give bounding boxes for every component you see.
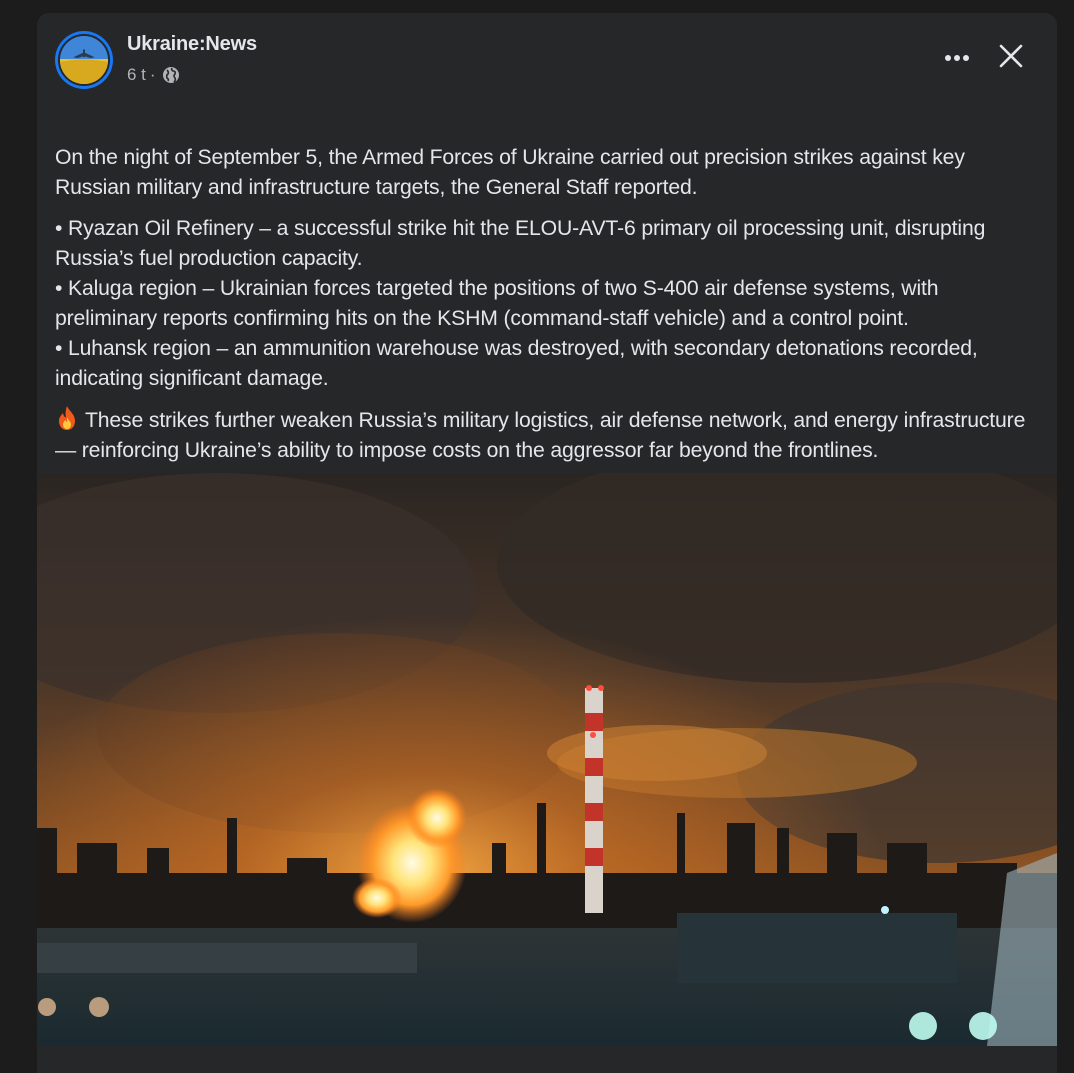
globe-icon <box>162 66 180 84</box>
page-name[interactable]: Ukraine:News <box>127 33 257 56</box>
page-avatar[interactable] <box>55 31 113 89</box>
conclusion-text: These strikes further weaken Russia’s mi… <box>55 409 1026 462</box>
meta-separator: · <box>149 65 156 84</box>
post-body: On the night of September 5, the Armed F… <box>55 102 1045 477</box>
intro-text: On the night of September 5, the Armed F… <box>55 146 965 199</box>
close-button[interactable] <box>989 36 1033 80</box>
bullet-item: • Luhansk region – an ammunition warehou… <box>55 337 978 390</box>
post-header: Ukraine:News 6 t · <box>37 13 1057 103</box>
post-time[interactable]: 6 t <box>127 65 146 85</box>
post-intro-paragraph <box>55 102 1045 132</box>
post-footer-strip <box>37 1046 1057 1073</box>
avatar-image <box>58 34 110 86</box>
fire-icon <box>55 405 79 431</box>
post-photo[interactable] <box>37 473 1057 1046</box>
more-options-button[interactable] <box>935 38 979 78</box>
more-options-icon <box>944 49 970 67</box>
post-meta: 6 t · <box>127 65 180 85</box>
scrollbar-gutter <box>1057 0 1074 1061</box>
post-conclusion-paragraph: These strikes further weaken Russia’s mi… <box>55 405 1045 466</box>
ukraine-flag-icon <box>55 107 81 125</box>
bullet-item: • Ryazan Oil Refinery – a successful str… <box>55 217 986 270</box>
close-icon <box>998 43 1024 74</box>
refinery-fire-image <box>37 473 1057 1046</box>
post-bullets-paragraph: • Ryazan Oil Refinery – a successful str… <box>55 214 1045 394</box>
bullet-item: • Kaluga region – Ukrainian forces targe… <box>55 277 939 330</box>
post-card: Ukraine:News 6 t · On the night of Septe… <box>37 13 1057 1073</box>
